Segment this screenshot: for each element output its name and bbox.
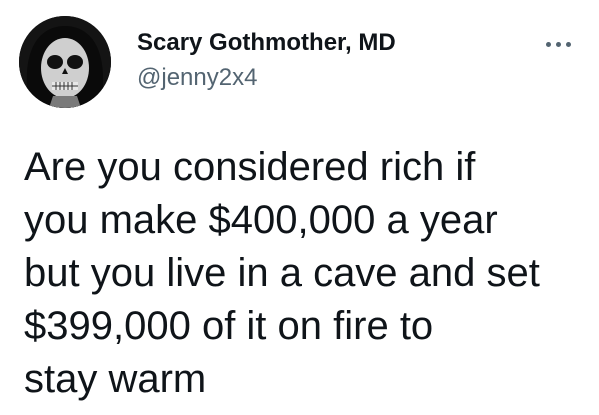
tweet-card: Scary Gothmother, MD @jenny2x4 Are you c… — [0, 0, 599, 415]
skull-face-avatar-icon — [19, 16, 111, 108]
author-handle[interactable]: @jenny2x4 — [137, 64, 257, 92]
tweet-text-line: but you live in a cave and set — [24, 251, 540, 295]
more-options-icon — [556, 42, 561, 47]
tweet-text-line: you make $400,000 a year — [24, 198, 498, 242]
author-display-name[interactable]: Scary Gothmother, MD — [137, 29, 396, 57]
tweet-text-line: stay warm — [24, 357, 207, 401]
avatar[interactable] — [19, 16, 111, 108]
tweet-text-line: $399,000 of it on fire to — [24, 304, 434, 348]
more-options-icon — [546, 42, 551, 47]
more-options-button[interactable] — [540, 30, 580, 58]
tweet-text: Are you considered rich if you make $400… — [24, 141, 594, 406]
tweet-text-line: Are you considered rich if — [24, 145, 476, 189]
more-options-icon — [566, 42, 571, 47]
